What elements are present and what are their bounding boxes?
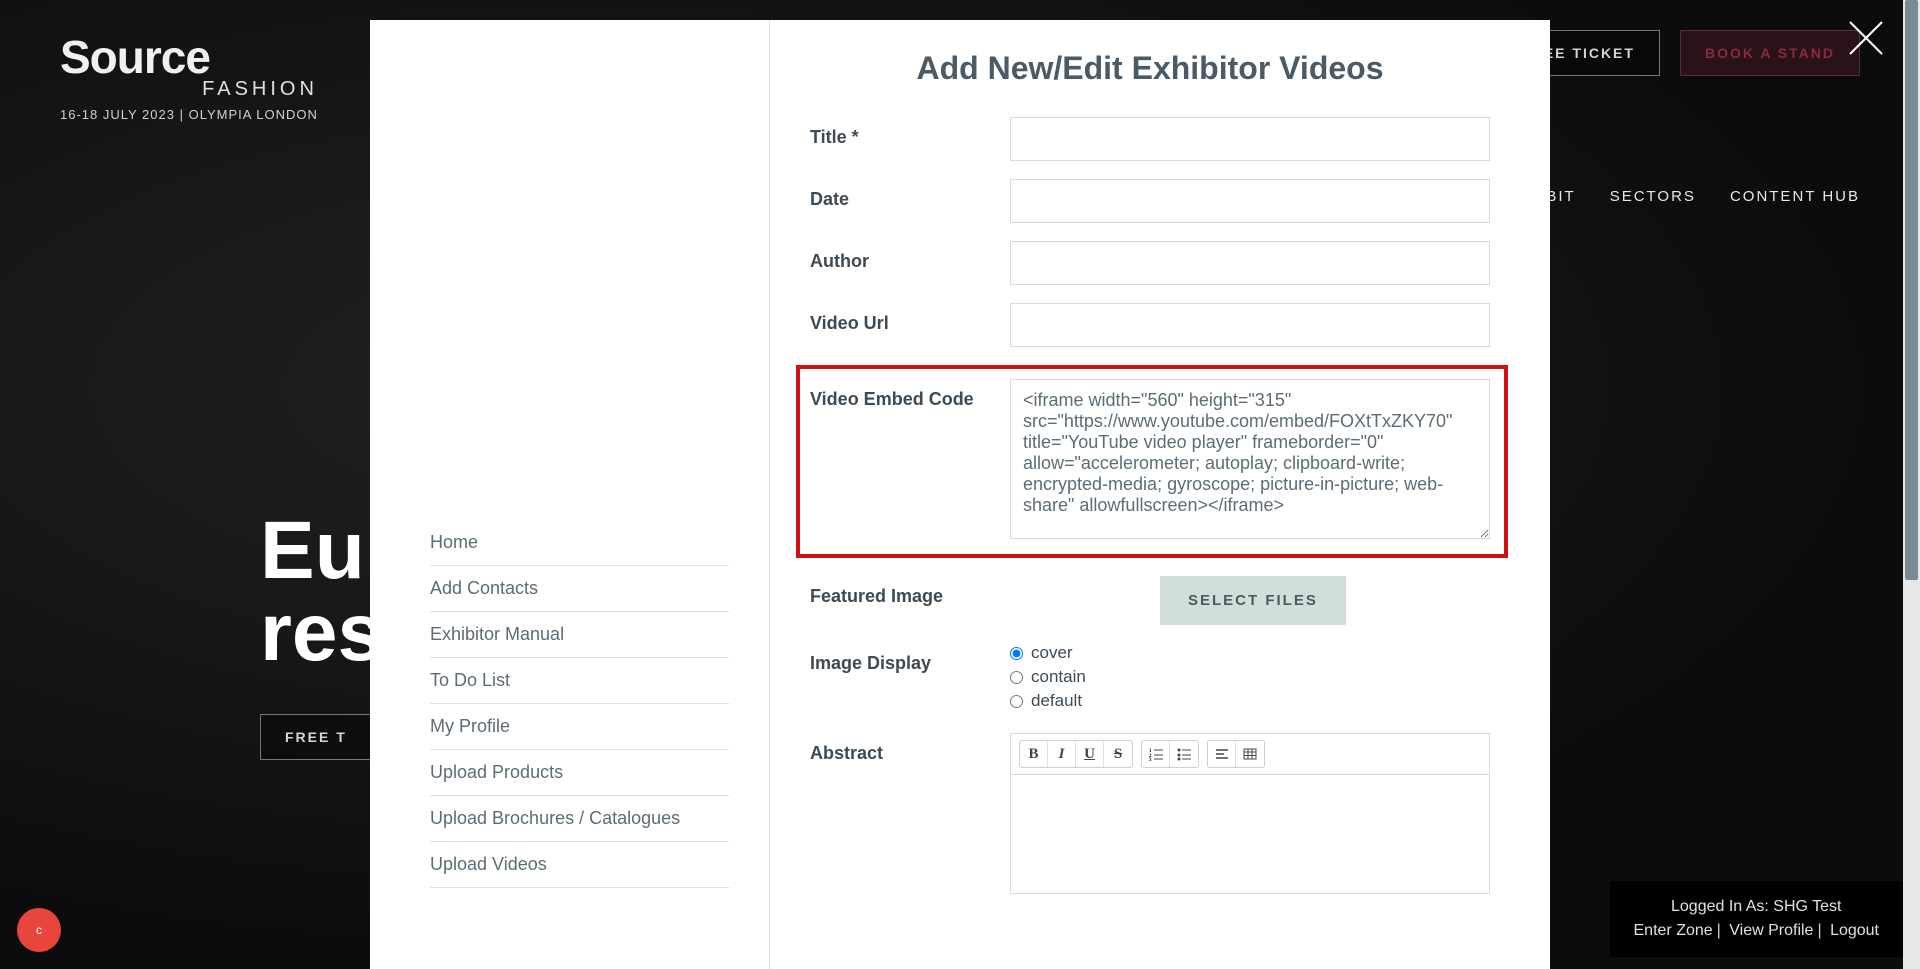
field-image-display: Image Display cover contain default (810, 643, 1490, 715)
hero-line2: res (260, 587, 383, 678)
underline-icon[interactable]: U (1076, 741, 1104, 767)
textarea-video-embed[interactable] (1010, 379, 1490, 539)
modal-sidebar: Home Add Contacts Exhibitor Manual To Do… (370, 20, 770, 969)
italic-icon[interactable]: I (1048, 741, 1076, 767)
unordered-list-icon[interactable] (1170, 741, 1198, 767)
sidebar-item-my-profile[interactable]: My Profile (430, 704, 729, 750)
hero-line1: Eu (260, 505, 365, 596)
close-icon[interactable] (1846, 18, 1886, 58)
radio-contain[interactable] (1010, 671, 1023, 684)
radio-cover[interactable] (1010, 647, 1023, 660)
label-author: Author (810, 241, 1010, 272)
radio-default-label: default (1031, 691, 1082, 711)
sidebar-item-upload-videos[interactable]: Upload Videos (430, 842, 729, 888)
logged-in-text: Logged In As: SHG Test (1634, 895, 1880, 919)
label-image-display: Image Display (810, 643, 1010, 674)
cookie-icon-label: c (36, 923, 42, 937)
sidebar-item-exhibitor-manual[interactable]: Exhibitor Manual (430, 612, 729, 658)
nav-item-content[interactable]: CONTENT HUB (1730, 188, 1860, 205)
input-date[interactable] (1010, 179, 1490, 223)
nav-item-sectors[interactable]: SECTORS (1610, 188, 1696, 205)
input-video-url[interactable] (1010, 303, 1490, 347)
hero-cta[interactable]: FREE T (260, 714, 372, 760)
ordered-list-icon[interactable]: 123 (1142, 741, 1170, 767)
brand-date: 16-18 JULY 2023 | OLYMPIA LONDON (60, 107, 318, 122)
modal: Home Add Contacts Exhibitor Manual To Do… (370, 20, 1550, 969)
field-abstract: Abstract B I U S 123 (810, 733, 1490, 894)
select-files-button[interactable]: SELECT FILES (1160, 576, 1346, 625)
login-bar: Logged In As: SHG Test Enter Zone| View … (1610, 881, 1904, 957)
header-actions: FREE TICKET BOOK A STAND (1496, 30, 1860, 76)
label-featured-image: Featured Image (810, 576, 1010, 607)
abstract-editor[interactable] (1010, 774, 1490, 894)
logout-link[interactable]: Logout (1830, 922, 1879, 939)
radio-cover-label: cover (1031, 643, 1073, 663)
label-title: Title * (810, 117, 1010, 148)
field-author: Author (810, 241, 1490, 285)
label-abstract: Abstract (810, 733, 1010, 764)
svg-text:3: 3 (1149, 758, 1152, 761)
strike-icon[interactable]: S (1104, 741, 1132, 767)
brand-title: Source (60, 30, 318, 84)
modal-title: Add New/Edit Exhibitor Videos (810, 50, 1490, 87)
editor-toolbar: B I U S 123 (1010, 733, 1490, 774)
field-title: Title * (810, 117, 1490, 161)
field-video-embed: Video Embed Code (810, 379, 1490, 544)
table-icon[interactable] (1236, 741, 1264, 767)
modal-form: Add New/Edit Exhibitor Videos Title * Da… (770, 20, 1550, 969)
field-featured-image: Featured Image SELECT FILES (810, 576, 1490, 625)
page-scrollbar[interactable] (1903, 0, 1920, 969)
view-profile-link[interactable]: View Profile (1729, 922, 1813, 939)
label-date: Date (810, 179, 1010, 210)
enter-zone-link[interactable]: Enter Zone (1634, 922, 1713, 939)
sidebar-item-upload-brochures[interactable]: Upload Brochures / Catalogues (430, 796, 729, 842)
align-icon[interactable] (1208, 741, 1236, 767)
radio-default[interactable] (1010, 695, 1023, 708)
label-video-url: Video Url (810, 303, 1010, 334)
sidebar-item-add-contacts[interactable]: Add Contacts (430, 566, 729, 612)
radio-contain-label: contain (1031, 667, 1086, 687)
field-video-url: Video Url (810, 303, 1490, 347)
label-video-embed: Video Embed Code (810, 379, 1010, 410)
highlight-box: Video Embed Code (796, 365, 1508, 558)
scrollbar-thumb[interactable] (1905, 0, 1918, 580)
book-stand-button[interactable]: BOOK A STAND (1680, 30, 1860, 76)
sidebar-item-todo[interactable]: To Do List (430, 658, 729, 704)
hero: Eu res FREE T (260, 510, 383, 760)
input-author[interactable] (1010, 241, 1490, 285)
sidebar-item-upload-products[interactable]: Upload Products (430, 750, 729, 796)
brand-block: Source FASHION 16-18 JULY 2023 | OLYMPIA… (60, 30, 318, 122)
input-title[interactable] (1010, 117, 1490, 161)
cookie-icon[interactable]: c (17, 908, 61, 952)
sidebar-item-home[interactable]: Home (430, 520, 729, 566)
field-date: Date (810, 179, 1490, 223)
bold-icon[interactable]: B (1020, 741, 1048, 767)
